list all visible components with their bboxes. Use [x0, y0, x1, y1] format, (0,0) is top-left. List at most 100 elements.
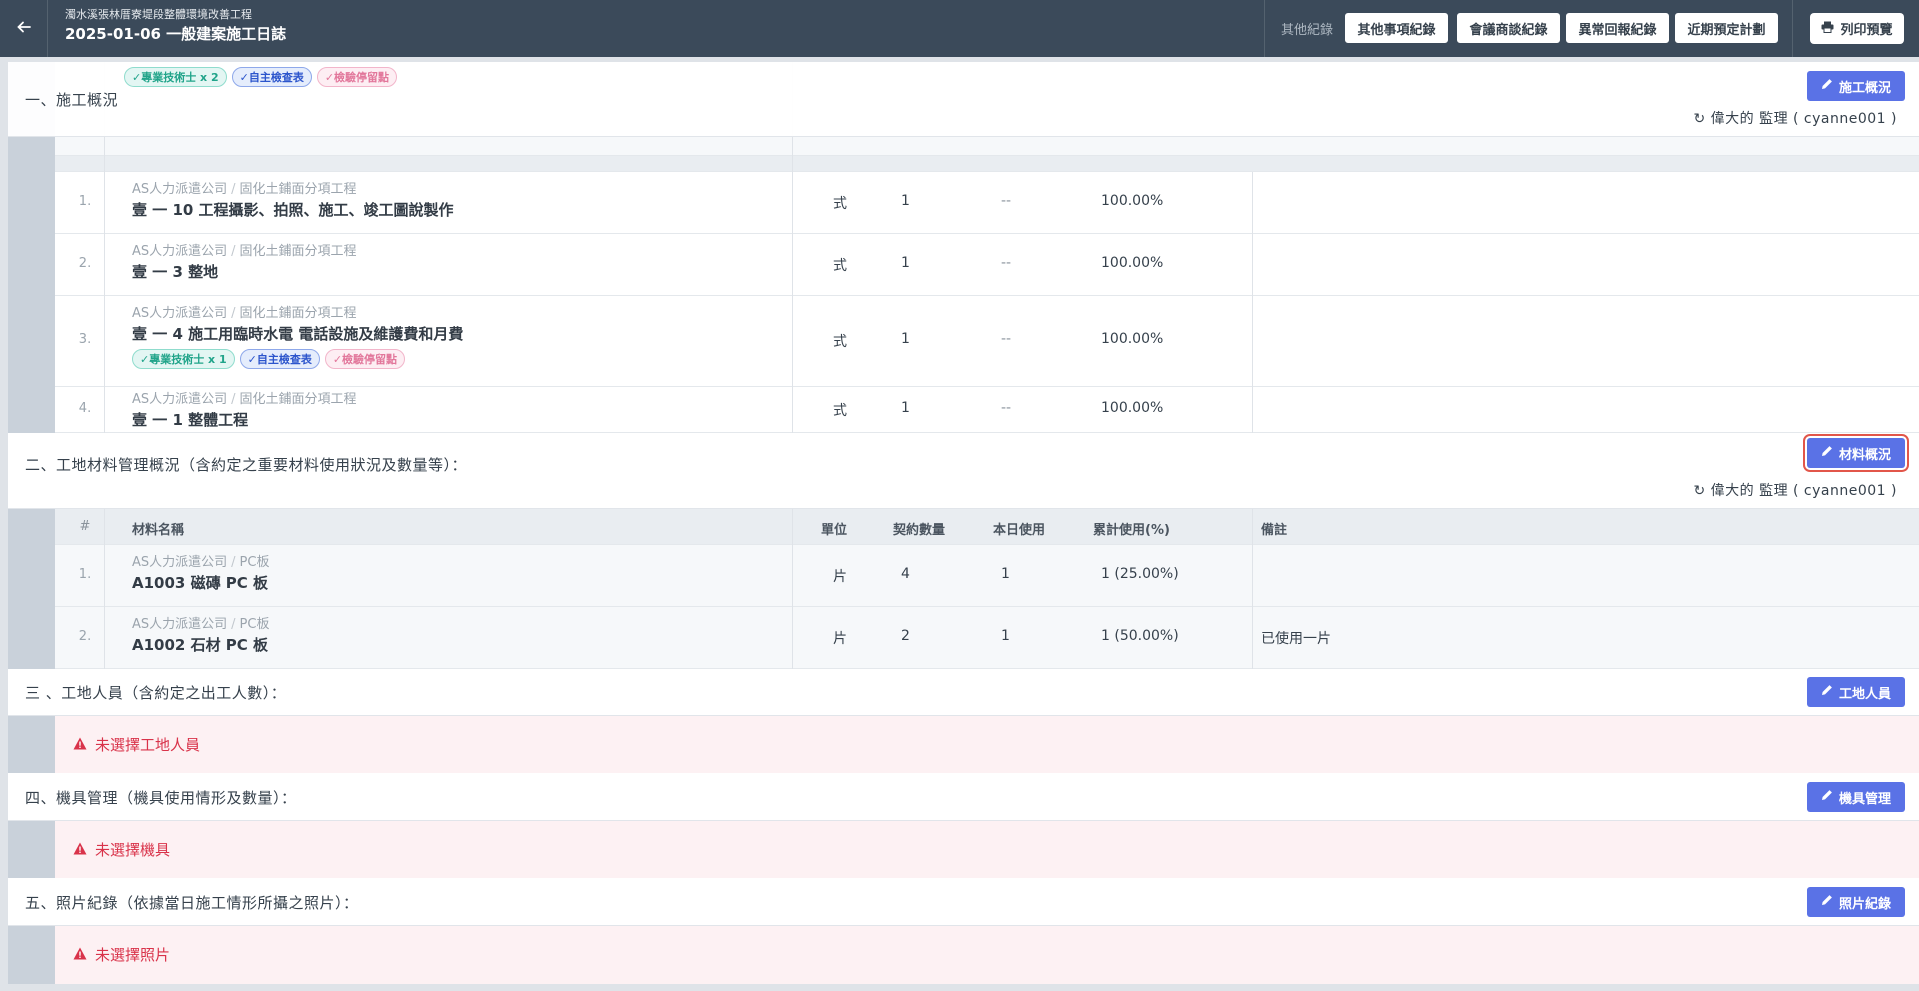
column-divider [792, 509, 793, 669]
button-label: 材料概況 [1838, 447, 1891, 463]
button-label: 施工概況 [1838, 80, 1891, 96]
item-breadcrumb: AS人力派遣公司 / PC板 [132, 617, 270, 632]
pencil-icon [1821, 894, 1833, 910]
unit: 式 [833, 196, 847, 212]
equipment-button[interactable]: 機具管理 [1807, 782, 1905, 812]
empty-warning: 未選擇照片 [55, 926, 1919, 984]
section-gutter [8, 926, 55, 984]
row-number: 3. [78, 332, 92, 347]
row-number: 4. [78, 401, 92, 416]
today-usage: -- [1001, 255, 1012, 271]
cumulative-usage: 100.00% [1101, 193, 1164, 209]
cumulative-usage: 1 (25.00%) [1101, 566, 1179, 582]
column-divider [104, 509, 105, 669]
column-header-note: 備註 [1261, 523, 1288, 538]
page-title: 2025-01-06 一般建案施工日誌 [65, 25, 287, 43]
warning-text: 未選擇照片 [95, 946, 171, 964]
other-matters-button[interactable]: 其他事項紀錄 [1345, 13, 1448, 43]
unit: 式 [833, 334, 847, 350]
empty-warning: 未選擇工地人員 [55, 716, 1919, 773]
divider [1264, 0, 1265, 57]
item-name: 壹 一 4 施工用臨時水電 電話設施及維護費和月費 [132, 325, 464, 343]
site-personnel-button[interactable]: 工地人員 [1807, 677, 1905, 707]
row-number: 1. [78, 194, 92, 209]
row-number: 2. [78, 256, 92, 271]
photo-records-button[interactable]: 照片紀錄 [1807, 887, 1905, 917]
section-gutter [8, 716, 55, 773]
contract-qty: 1 [901, 255, 910, 271]
upcoming-plan-button[interactable]: 近期預定計劃 [1675, 13, 1778, 43]
item-breadcrumb: AS人力派遣公司 / 固化土鋪面分項工程 [132, 244, 357, 259]
unit: 式 [833, 403, 847, 419]
materials-overview-button[interactable]: 材料概況 [1803, 434, 1909, 472]
printer-icon [1821, 21, 1834, 37]
contract-qty: 4 [901, 566, 910, 582]
self-check-tag: ✓自主檢查表 [239, 349, 320, 369]
other-records-label: 其他紀錄 [1281, 23, 1334, 38]
table-row: 2. AS人力派遣公司 / 固化土鋪面分項工程 壹 一 3 整地 式 1 -- 10… [55, 234, 1919, 296]
item-tags: ✓專業技術士 x 2 ✓自主檢查表 ✓檢驗停留點 [124, 67, 398, 87]
supervisor: ↻ 偉大的 監理 ( cyanne001 ) [1693, 108, 1897, 128]
cumulative-usage: 100.00% [1101, 331, 1164, 347]
abnormal-report-button[interactable]: 異常回報紀錄 [1566, 13, 1669, 43]
section-equipment: 四、機具管理（機具使用情形及數量）： 機具管理 [8, 773, 1919, 821]
material-name: A1003 磁磚 PC 板 [132, 574, 269, 592]
item-breadcrumb: AS人力派遣公司 / 固化土鋪面分項工程 [132, 182, 357, 197]
today-usage: 1 [1001, 566, 1010, 582]
cumulative-usage: 1 (50.00%) [1101, 628, 1179, 644]
section-site-personnel: 三 、工地人員（含約定之出工人數）： 工地人員 [8, 669, 1919, 716]
top-bar: 濁水溪張林厝寮堤段整體環境改善工程 2025-01-06 一般建案施工日誌 其他… [0, 0, 1919, 57]
table-header: # 材料名稱 單位 契約數量 本日使用 累計使用(%) 備註 [55, 509, 1919, 545]
unit: 片 [833, 631, 847, 647]
table-header [55, 156, 1919, 172]
item-breadcrumb: AS人力派遣公司 / 固化土鋪面分項工程 [132, 392, 357, 407]
item-name: 壹 一 10 工程攝影、拍照、施工、竣工圖說製作 [132, 201, 454, 219]
warning-text: 未選擇工地人員 [95, 736, 201, 754]
inspection-hold-tag: ✓檢驗停留點 [324, 349, 406, 369]
column-header-contract-qty: 契約數量 [893, 523, 946, 538]
supervisor-name: 偉大的 監理 ( cyanne001 ) [1710, 483, 1897, 499]
today-usage: -- [1001, 400, 1012, 416]
page-titles: 濁水溪張林厝寮堤段整體環境改善工程 2025-01-06 一般建案施工日誌 [65, 7, 286, 45]
unit: 片 [833, 569, 847, 585]
inspection-hold-tag: ✓檢驗停留點 [316, 67, 398, 87]
table-row: 3. AS人力派遣公司 / 固化土鋪面分項工程 壹 一 4 施工用臨時水電 電話設施… [55, 296, 1919, 387]
item-breadcrumb: AS人力派遣公司 / 固化土鋪面分項工程 [132, 306, 357, 321]
print-preview-button[interactable]: 列印預覽 [1810, 13, 1904, 44]
contract-qty: 1 [901, 331, 910, 347]
supervisor-name: 偉大的 監理 ( cyanne001 ) [1710, 111, 1897, 127]
table-row: 4. AS人力派遣公司 / 固化土鋪面分項工程 壹 一 1 整體工程 式 1 -- … [55, 387, 1919, 433]
arrow-left-icon [16, 18, 31, 39]
column-divider [1252, 172, 1253, 433]
button-label: 機具管理 [1838, 791, 1891, 807]
skilled-worker-tag: ✓專業技術士 x 2 [124, 67, 227, 87]
item-tags: ✓專業技術士 x 1 ✓自主檢查表 ✓檢驗停留點 [132, 349, 463, 369]
construction-overview-button[interactable]: 施工概況 [1807, 71, 1905, 101]
contract-qty: 1 [901, 400, 910, 416]
meeting-records-button[interactable]: 會議商談紀錄 [1457, 13, 1560, 43]
column-header-today-usage: 本日使用 [993, 523, 1046, 538]
item-name: 壹 一 1 整體工程 [132, 411, 249, 429]
item-breadcrumb: AS人力派遣公司 / PC板 [132, 555, 270, 570]
back-button[interactable] [0, 0, 48, 57]
row-number: 1. [78, 567, 92, 582]
today-usage: -- [1001, 331, 1012, 347]
today-usage: -- [1001, 193, 1012, 209]
print-preview-label: 列印預覽 [1840, 23, 1893, 38]
warning-text: 未選擇機具 [95, 841, 171, 859]
section-title: 四、機具管理（機具使用情形及數量）： [25, 789, 297, 807]
supervisor: ↻ 偉大的 監理 ( cyanne001 ) [1693, 480, 1897, 500]
materials-table: # 材料名稱 單位 契約數量 本日使用 累計使用(%) 備註 1. AS人力派遣… [55, 509, 1919, 669]
empty-warning: 未選擇機具 [55, 821, 1919, 878]
item-name: 壹 一 3 整地 [132, 263, 219, 281]
row-number: 2. [78, 629, 92, 644]
skilled-worker-tag: ✓專業技術士 x 1 [132, 349, 235, 369]
self-check-tag: ✓自主檢查表 [231, 67, 312, 87]
material-name: A1002 石材 PC 板 [132, 636, 269, 654]
cumulative-usage: 100.00% [1101, 400, 1164, 416]
section-gutter [8, 509, 55, 669]
history-icon: ↻ [1693, 483, 1706, 499]
contract-qty: 2 [901, 628, 910, 644]
table-row: 1. AS人力派遣公司 / PC板 A1003 磁磚 PC 板 片 4 1 1 (2… [55, 545, 1919, 607]
unit: 式 [833, 258, 847, 274]
